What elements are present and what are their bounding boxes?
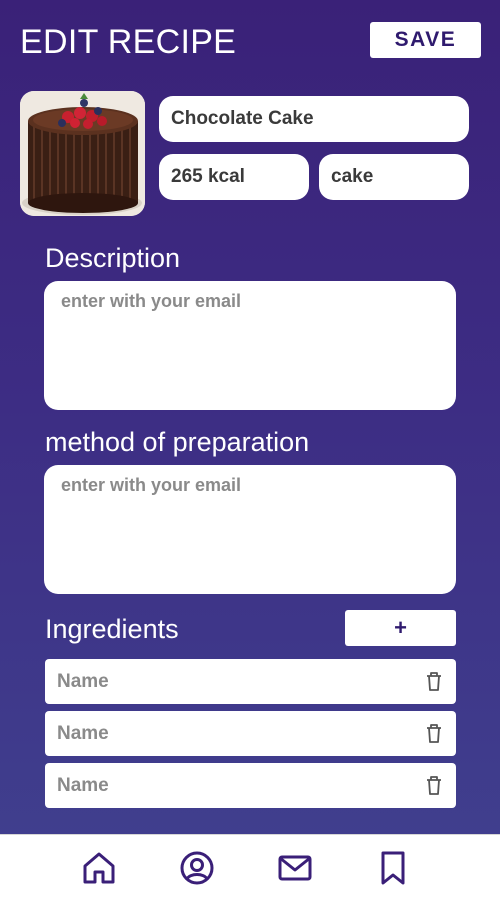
- ingredient-name-input[interactable]: Name: [57, 671, 109, 693]
- ingredient-row[interactable]: Name: [45, 763, 456, 808]
- method-textarea[interactable]: enter with your email: [44, 465, 456, 594]
- page-title: EDIT RECIPE: [20, 23, 237, 61]
- description-label: Description: [45, 243, 181, 273]
- ingredient-name-input[interactable]: Name: [57, 723, 109, 745]
- add-ingredient-button[interactable]: +: [345, 610, 456, 646]
- method-label: method of preparation: [45, 427, 310, 457]
- recipe-name-field[interactable]: Chocolate Cake: [159, 96, 469, 142]
- trash-icon[interactable]: [424, 670, 444, 692]
- category-field[interactable]: cake: [319, 154, 469, 200]
- mail-icon[interactable]: [277, 850, 313, 886]
- description-textarea[interactable]: enter with your email: [44, 281, 456, 410]
- cake-image: [20, 91, 145, 216]
- ingredient-name-input[interactable]: Name: [57, 775, 109, 797]
- ingredients-label: Ingredients: [45, 614, 179, 644]
- ingredient-row[interactable]: Name: [45, 659, 456, 704]
- save-button[interactable]: SAVE: [370, 22, 481, 58]
- profile-icon[interactable]: [179, 850, 215, 886]
- trash-icon[interactable]: [424, 722, 444, 744]
- home-icon[interactable]: [81, 850, 117, 886]
- recipe-photo[interactable]: [20, 91, 145, 216]
- ingredient-row[interactable]: Name: [45, 711, 456, 756]
- bottom-nav: [0, 834, 500, 900]
- trash-icon[interactable]: [424, 774, 444, 796]
- bookmark-icon[interactable]: [375, 850, 411, 886]
- calories-field[interactable]: 265 kcal: [159, 154, 309, 200]
